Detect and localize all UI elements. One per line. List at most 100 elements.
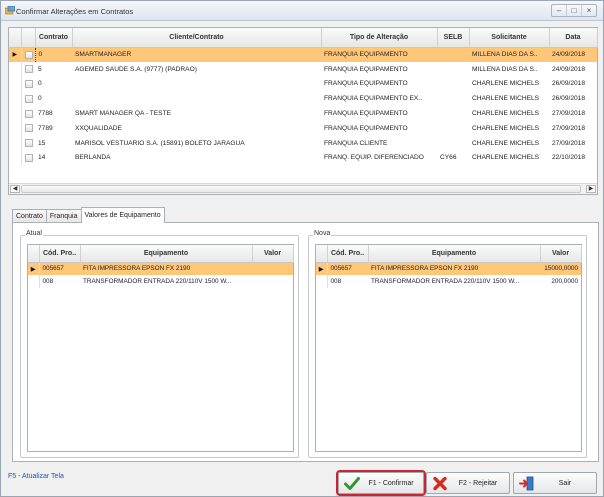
cell-tipo: FRANQUIA EQUIPAMENTO	[324, 65, 408, 73]
table-row[interactable]: ▶ 005657 FITA IMPRESSORA EPSON FX 2190	[28, 262, 293, 275]
table-row[interactable]: ▶ 0 SMARTMANAGER FRANQUIA EQUIPAMENTO MI…	[9, 47, 597, 62]
col-valor[interactable]: Valor	[540, 245, 582, 263]
checkbox-icon[interactable]	[24, 94, 33, 103]
scroll-thumb[interactable]	[21, 185, 581, 193]
row-checkbox[interactable]	[21, 106, 35, 121]
col-cod-produto[interactable]: Cód. Pro..	[39, 245, 81, 263]
horizontal-scrollbar[interactable]: ◀ ▶	[9, 183, 597, 194]
table-row[interactable]: 7788 SMART MANAGER QA - TESTE FRANQUIA E…	[9, 106, 597, 121]
table-row[interactable]: 008 TRANSFORMADOR ENTRADA 220/110V 1500 …	[316, 275, 581, 288]
cell-data: 26/09/2018	[552, 95, 586, 103]
cell-valor: 15000,0000	[540, 262, 581, 275]
cell-data: 22/10/2018	[552, 154, 586, 162]
row-pointer-icon: ▶	[316, 262, 328, 275]
atual-table: Cód. Pro.. Equipamento Valor ▶ 005657 FI…	[28, 245, 294, 288]
table-row[interactable]: 0 FRANQUIA EQUIPAMENTO EX.. CHARLENE MIC…	[9, 91, 597, 107]
row-checkbox[interactable]	[21, 77, 35, 92]
row-indicator	[9, 150, 22, 166]
cell-data: 27/09/2018	[552, 110, 586, 118]
row-checkbox[interactable]	[21, 151, 35, 166]
table-row[interactable]: 5 AGEMED SAUDE S.A. (9777) (PADRAO) FRAN…	[9, 61, 597, 77]
window: Confirmar Alterações em Contratos – □ × …	[0, 0, 604, 497]
checkbox-icon[interactable]	[24, 124, 33, 133]
group-atual: Atual Cód. Pro.. Equipamento Valor ▶ 005…	[20, 230, 299, 458]
table-row[interactable]: 14 BERLANDA FRANQ. EQUIP. DIFERENCIADO C…	[9, 150, 597, 166]
checkbox-icon[interactable]	[24, 139, 33, 148]
col-selb[interactable]: SELB	[437, 28, 470, 48]
cell-valor	[252, 262, 293, 275]
cell-contrato: 15	[38, 139, 46, 147]
maximize-button[interactable]: □	[567, 5, 582, 16]
cell-data: 27/09/2018	[552, 139, 586, 147]
row-pointer-icon: ▶	[28, 262, 40, 275]
x-icon	[433, 476, 447, 491]
cell-contrato: 7789	[38, 124, 53, 132]
cell-contrato: 14	[38, 154, 46, 162]
contracts-header-row: Contrato Cliente/Contrato Tipo de Altera…	[9, 28, 598, 48]
window-controls: – □ ×	[551, 4, 597, 17]
col-equipamento[interactable]: Equipamento	[80, 245, 253, 263]
cell-valor	[252, 275, 293, 288]
row-indicator	[9, 135, 22, 151]
cell-cod: 008	[42, 278, 54, 285]
cell-data: 24/09/2018	[552, 65, 586, 73]
row-checkbox[interactable]	[21, 62, 35, 77]
checkbox-icon[interactable]	[24, 50, 33, 59]
col-data[interactable]: Data	[549, 28, 598, 48]
table-row[interactable]: 7789 XXQUALIDADE FRANQUIA EQUIPAMENTO CH…	[9, 120, 597, 136]
table-row[interactable]: ▶ 005657 FITA IMPRESSORA EPSON FX 2190 1…	[316, 262, 581, 275]
cell-data: 24/09/2018	[549, 47, 597, 62]
row-checkbox[interactable]	[21, 91, 35, 106]
tab-valores-equipamento[interactable]: Valores de Equipamento	[80, 207, 165, 223]
cell-selb: CY66	[440, 154, 457, 162]
exit-button[interactable]: Sair	[513, 472, 597, 494]
confirm-button[interactable]: F1 - Confirmar	[336, 470, 426, 496]
tab-contrato[interactable]: Contrato	[12, 209, 47, 223]
group-nova-legend: Nova	[313, 230, 332, 237]
cell-cliente: BERLANDA	[75, 154, 111, 162]
col-equipamento[interactable]: Equipamento	[368, 245, 541, 263]
cell-cliente: AGEMED SAUDE S.A. (9777) (PADRAO)	[75, 65, 197, 73]
cell-data: 26/09/2018	[552, 80, 586, 88]
minimize-button[interactable]: –	[552, 5, 567, 16]
cell-equipamento: FITA IMPRESSORA EPSON FX 2190	[368, 262, 540, 275]
cell-cliente: SMARTMANAGER	[72, 47, 321, 62]
checkbox-icon[interactable]	[24, 153, 33, 162]
checkbox-header	[21, 28, 36, 48]
col-valor[interactable]: Valor	[252, 245, 294, 263]
cell-solicitante: CHARLENE MICHELS	[472, 124, 540, 132]
close-button[interactable]: ×	[582, 5, 596, 16]
checkbox-icon[interactable]	[24, 65, 33, 74]
cell-tipo: FRANQUIA EQUIPAMENTO	[321, 47, 437, 62]
row-indicator	[9, 91, 22, 107]
cell-tipo: FRANQUIA EQUIPAMENTO	[324, 80, 408, 88]
row-indicator-header	[9, 28, 22, 48]
app-icon	[5, 6, 15, 15]
scroll-right-icon[interactable]: ▶	[586, 185, 596, 193]
table-row[interactable]: 008 TRANSFORMADOR ENTRADA 220/110V 1500 …	[28, 275, 293, 288]
table-row[interactable]: 15 MARISOL VESTUARIO S.A. (15891) BOLETO…	[9, 135, 597, 151]
cell-selb	[437, 77, 469, 92]
detail-tabs: Contrato Franquia Valores de Equipamento	[12, 207, 165, 223]
checkbox-icon[interactable]	[24, 79, 33, 88]
scroll-left-icon[interactable]: ◀	[10, 185, 20, 193]
col-cliente[interactable]: Cliente/Contrato	[72, 28, 322, 48]
col-tipo-alteracao[interactable]: Tipo de Alteração	[321, 28, 438, 48]
refresh-hint: F5 - Atualizar Tela	[8, 473, 64, 480]
row-checkbox[interactable]	[21, 121, 35, 136]
cell-selb	[437, 121, 469, 136]
col-solicitante[interactable]: Solicitante	[469, 28, 550, 48]
title-bar: Confirmar Alterações em Contratos – □ ×	[1, 1, 603, 21]
row-indicator	[9, 76, 22, 92]
atual-header-row: Cód. Pro.. Equipamento Valor	[28, 245, 294, 263]
checkbox-icon[interactable]	[24, 109, 33, 118]
row-checkbox[interactable]	[21, 136, 35, 151]
row-checkbox[interactable]	[21, 47, 35, 62]
window-title: Confirmar Alterações em Contratos	[16, 7, 134, 16]
col-contrato[interactable]: Contrato	[35, 28, 73, 48]
tab-franquia[interactable]: Franquia	[45, 209, 82, 223]
table-row[interactable]: 0 FRANQUIA EQUIPAMENTO CHARLENE MICHELS …	[9, 76, 597, 92]
col-cod-produto[interactable]: Cód. Pro..	[327, 245, 369, 263]
reject-button[interactable]: F2 - Rejeitar	[426, 472, 510, 494]
cell-solicitante: CHARLENE MICHELS	[472, 80, 540, 88]
